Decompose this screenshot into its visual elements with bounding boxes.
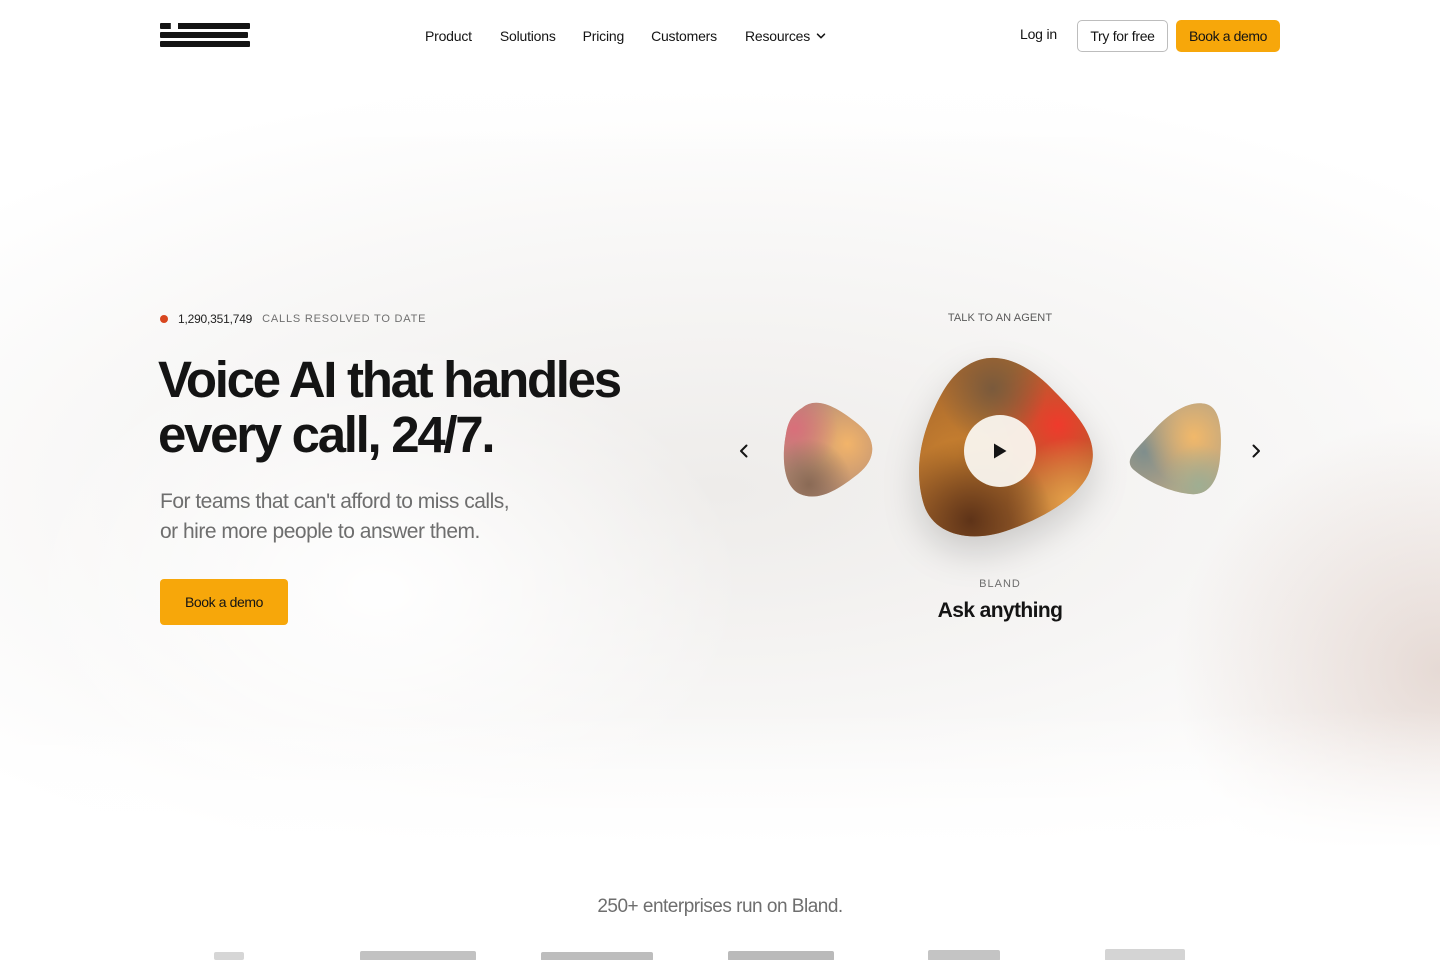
bland-logo[interactable]	[160, 23, 250, 47]
site-header: Product Solutions Pricing Customers Reso…	[0, 0, 1440, 72]
carousel-prev-button[interactable]	[733, 440, 755, 462]
talk-to-agent-title: TALK TO AN AGENT	[947, 312, 1053, 324]
customer-logo	[360, 951, 476, 960]
agent-avatar-prev[interactable]	[780, 398, 876, 500]
agent-name: Ask anything	[937, 599, 1063, 622]
customer-logo	[1105, 949, 1185, 960]
calls-resolved-label: CALLS RESOLVED TO DATE	[262, 313, 427, 325]
nav-item-resources[interactable]: Resources	[745, 26, 826, 46]
book-demo-hero-button[interactable]: Book a demo	[160, 579, 288, 625]
customer-logo-strip	[0, 946, 1440, 960]
calls-resolved-count: 1,290,351,749	[178, 312, 253, 326]
nav-item-pricing[interactable]: Pricing	[583, 26, 625, 46]
logo-bar	[160, 41, 250, 47]
chevron-right-icon	[1252, 444, 1260, 458]
main-nav: Product Solutions Pricing Customers Reso…	[425, 26, 826, 46]
hero-subheadline: For teams that can't afford to miss call…	[160, 487, 580, 547]
book-demo-header-button[interactable]: Book a demo	[1176, 20, 1280, 52]
hero-headline: Voice AI that handles every call, 24/7.	[158, 352, 718, 462]
login-link[interactable]: Log in	[1020, 26, 1057, 42]
nav-item-customers[interactable]: Customers	[651, 26, 717, 46]
customer-logo	[728, 951, 834, 960]
hero-headline-line1: Voice AI that handles	[158, 351, 622, 408]
chevron-down-icon	[816, 33, 826, 39]
customer-logo	[541, 952, 653, 960]
carousel-next-button[interactable]	[1245, 440, 1267, 462]
calls-resolved-stat: 1,290,351,749 CALLS RESOLVED TO DATE	[160, 311, 426, 327]
play-agent-button[interactable]	[964, 415, 1036, 487]
hero-headline-line2: every call, 24/7.	[158, 406, 496, 463]
customer-logo	[214, 952, 244, 960]
logo-bar	[160, 23, 250, 29]
nav-item-resources-label: Resources	[744, 28, 811, 44]
nav-item-solutions[interactable]: Solutions	[500, 26, 556, 46]
hero-subhead-line1: For teams that can't afford to miss call…	[160, 490, 510, 513]
agent-brand-label: BLAND	[979, 578, 1021, 590]
customer-logo	[928, 950, 1000, 960]
agent-avatar-next[interactable]	[1124, 396, 1224, 498]
enterprise-count-text: 250+ enterprises run on Bland.	[597, 896, 843, 917]
chevron-left-icon	[740, 444, 748, 458]
live-dot-icon	[160, 315, 168, 323]
hero-subhead-line2: or hire more people to answer them.	[160, 520, 480, 543]
try-for-free-button[interactable]: Try for free	[1077, 20, 1168, 52]
nav-item-product[interactable]: Product	[425, 26, 472, 46]
play-icon	[994, 443, 1007, 459]
logo-bar	[160, 32, 248, 38]
